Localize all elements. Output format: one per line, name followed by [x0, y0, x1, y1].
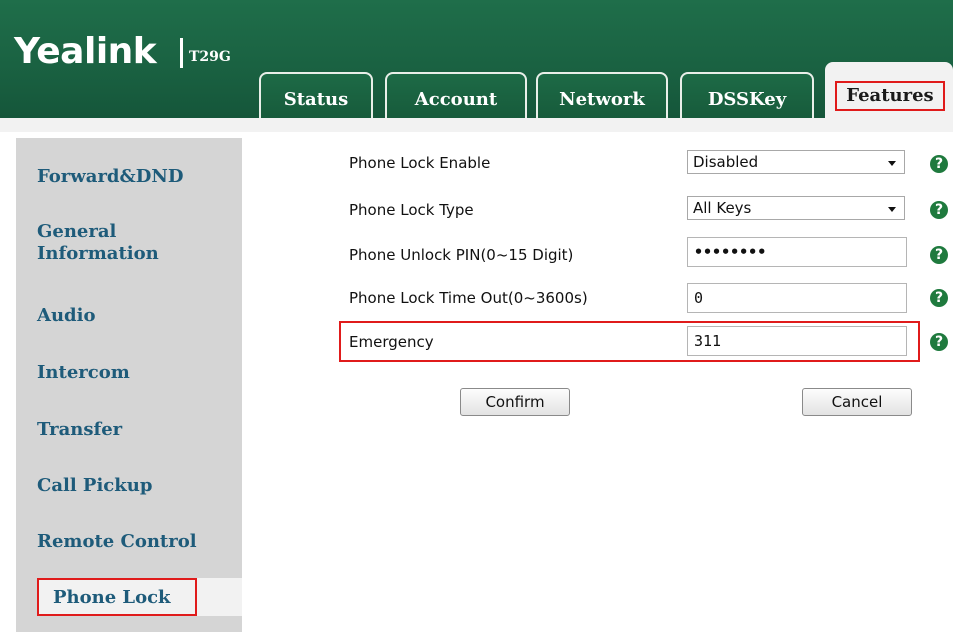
phone-lock-enable-label: Phone Lock Enable [349, 154, 491, 172]
phone-lock-highlight-box [37, 578, 197, 616]
sidebar-item-general-information[interactable]: General Information [37, 221, 187, 265]
help-icon[interactable]: ? [930, 246, 948, 264]
tab-account-label: Account [414, 89, 498, 110]
tab-status[interactable]: Status [259, 72, 373, 118]
chevron-down-icon [888, 207, 896, 212]
confirm-button[interactable]: Confirm [460, 388, 570, 416]
sidebar-item-intercom[interactable]: Intercom [37, 362, 130, 384]
tab-network-label: Network [559, 89, 645, 110]
phone-lock-type-select[interactable]: All Keys [687, 196, 905, 220]
sidebar-item-remote-control[interactable]: Remote Control [37, 531, 197, 553]
tab-dsskey[interactable]: DSSKey [680, 72, 814, 118]
phone-lock-timeout-field[interactable]: 0 [687, 283, 907, 313]
tab-network[interactable]: Network [536, 72, 668, 118]
phone-lock-type-label: Phone Lock Type [349, 201, 474, 219]
help-icon[interactable]: ? [930, 289, 948, 307]
phone-lock-timeout-label: Phone Lock Time Out(0~3600s) [349, 289, 588, 307]
sidebar-item-forward-dnd[interactable]: Forward&DND [37, 166, 183, 188]
tab-content-strip [0, 118, 953, 132]
chevron-down-icon [888, 161, 896, 166]
cancel-button[interactable]: Cancel [802, 388, 912, 416]
emergency-field[interactable]: 311 [687, 326, 907, 356]
tab-status-label: Status [283, 89, 349, 110]
sidebar-item-transfer[interactable]: Transfer [37, 419, 122, 441]
help-icon[interactable]: ? [930, 155, 948, 173]
phone-lock-enable-select[interactable]: Disabled [687, 150, 905, 174]
tab-features-label: Features [835, 81, 945, 111]
help-icon[interactable]: ? [930, 201, 948, 219]
sidebar-item-audio[interactable]: Audio [37, 305, 95, 327]
model-label: T29G [189, 49, 231, 65]
logo-divider [180, 38, 183, 68]
emergency-label: Emergency [349, 333, 434, 351]
phone-unlock-pin-label: Phone Unlock PIN(0~15 Digit) [349, 246, 574, 264]
yealink-logo: Yealink [14, 31, 157, 72]
sidebar-item-call-pickup[interactable]: Call Pickup [37, 475, 152, 497]
tab-account[interactable]: Account [385, 72, 527, 118]
phone-unlock-pin-field[interactable]: •••••••• [687, 237, 907, 267]
tab-dsskey-label: DSSKey [707, 89, 787, 110]
phone-lock-enable-value: Disabled [693, 153, 759, 171]
sidebar [16, 138, 242, 632]
help-icon[interactable]: ? [930, 333, 948, 351]
header-bar: Yealink T29G Status Account Network DSSK… [0, 0, 953, 118]
phone-lock-type-value: All Keys [693, 199, 752, 217]
tab-features[interactable]: Features [825, 62, 953, 118]
